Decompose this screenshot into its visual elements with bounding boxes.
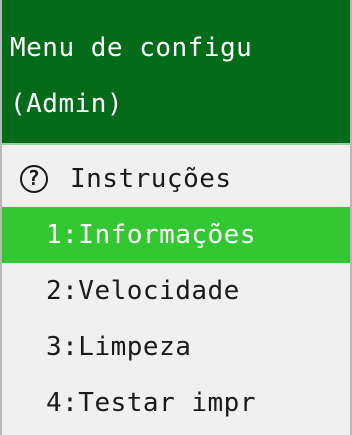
settings-menu-panel: Menu de configu (Admin) ? Instruções 1:I… <box>0 0 352 435</box>
menu-header: Menu de configu (Admin) <box>2 0 350 145</box>
menu-item-limpeza[interactable]: 3:Limpeza <box>2 319 350 375</box>
menu-item-informacoes[interactable]: 1:Informações <box>2 207 350 263</box>
menu-item-testar-impressao[interactable]: 4:Testar impr <box>2 375 350 431</box>
menu-item-velocidade[interactable]: 2:Velocidade <box>2 263 350 319</box>
help-icon: ? <box>20 165 48 193</box>
menu-item-label: Instruções <box>70 164 232 194</box>
menu-list: ? Instruções 1:Informações 2:Velocidade … <box>2 145 350 431</box>
menu-item-instructions[interactable]: ? Instruções <box>2 151 350 207</box>
menu-title-line-1: Menu de configu <box>10 33 253 63</box>
menu-title-line-2: (Admin) <box>10 89 124 119</box>
